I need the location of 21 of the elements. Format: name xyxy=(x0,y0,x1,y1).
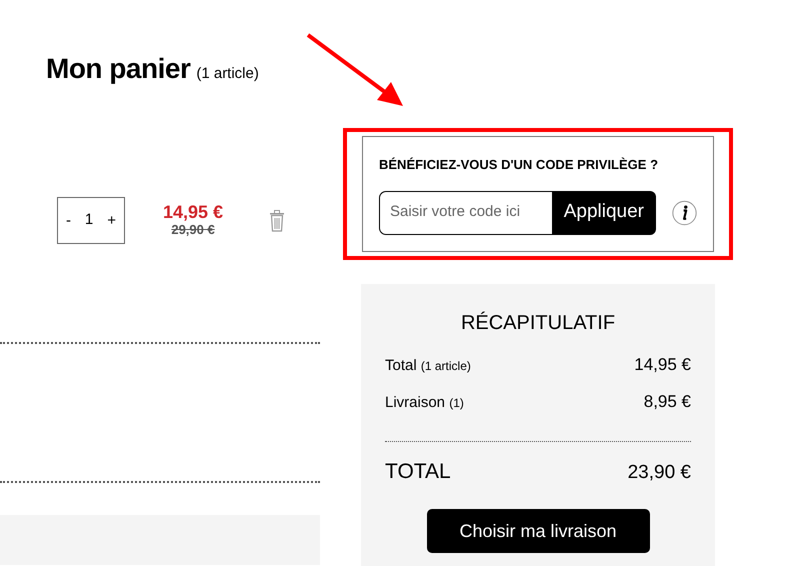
page-title: Mon panier xyxy=(46,52,190,86)
summary-amount: 14,95 € xyxy=(634,354,691,376)
quantity-value: 1 xyxy=(84,210,94,230)
apply-button[interactable]: Appliquer xyxy=(552,190,656,234)
promo-code-field[interactable]: Saisir votre code ici xyxy=(379,190,552,234)
summary-label: Livraison xyxy=(385,394,446,411)
decrement-button[interactable]: - xyxy=(64,213,73,228)
choose-delivery-button[interactable]: Choisir ma livraison xyxy=(426,509,650,553)
total-amount: 23,90 € xyxy=(628,460,691,484)
original-price: 29,90 € xyxy=(170,223,216,238)
sale-price: 14,95 € xyxy=(163,203,224,224)
summary-note: (1 article) xyxy=(420,358,471,372)
item-count: (1 article) xyxy=(196,64,259,84)
promo-heading: BÉNÉFICIEZ-VOUS D'UN CODE PRIVILÈGE ? xyxy=(379,156,660,174)
summary-amount: 8,95 € xyxy=(644,391,691,413)
summary-note: (1) xyxy=(449,396,464,410)
summary-title: RÉCAPITULATIF xyxy=(460,310,616,336)
trash-icon[interactable] xyxy=(269,210,286,232)
total-label: TOTAL xyxy=(385,458,451,484)
summary-label: Total xyxy=(385,356,417,374)
increment-button[interactable]: + xyxy=(105,213,118,228)
